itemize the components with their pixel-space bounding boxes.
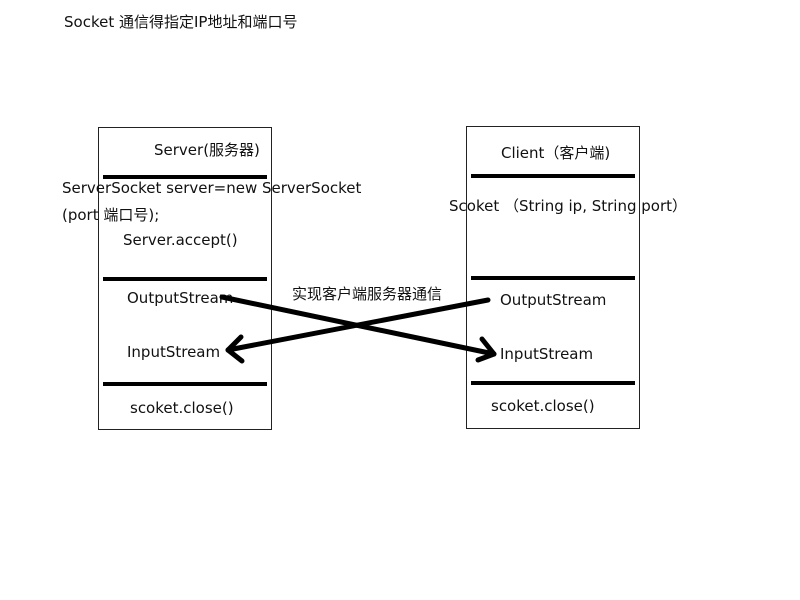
client-to-server-arrow xyxy=(225,297,491,364)
connection-arrows xyxy=(219,294,497,364)
